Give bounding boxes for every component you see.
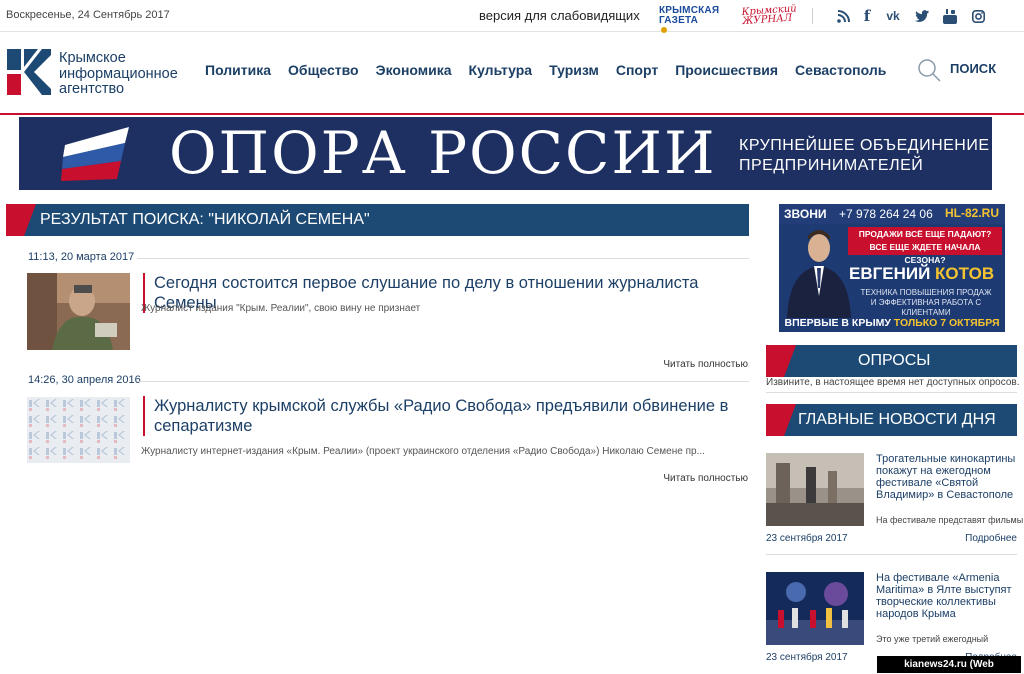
twitter-icon[interactable]	[913, 7, 931, 25]
nav-item-obshchestvo[interactable]: Общество	[288, 62, 359, 78]
krymsky-zhurnal-logo[interactable]: Крымский ЖУРНАЛ	[741, 3, 802, 28]
read-more-link[interactable]: Читать полностью	[663, 473, 748, 484]
search-icon[interactable]	[917, 58, 941, 82]
divider	[766, 392, 1017, 393]
instagram-icon[interactable]	[969, 7, 987, 25]
divider	[766, 554, 1017, 555]
ad-first-name: ЕВГЕНИЙ	[849, 264, 931, 283]
brand-name[interactable]: Крымское информационное агентство	[59, 50, 189, 98]
nav-item-sevastopol[interactable]: Севастополь	[795, 62, 886, 78]
brand-line: Крымское	[59, 50, 126, 66]
news-title-link[interactable]: На фестивале «Armenia Maritima» в Ялте в…	[876, 572, 1016, 620]
result-timestamp: 14:26, 30 апреля 2016	[28, 374, 141, 386]
kia-logo-icon[interactable]	[7, 49, 51, 95]
partner-logo-line: ЖУРНАЛ	[742, 12, 793, 28]
news-excerpt: Это уже третий ежегодный	[876, 634, 989, 644]
banner-title: ОПОРА РОССИИ	[169, 119, 717, 187]
news-date: 23 сентября 2017	[766, 652, 848, 663]
ad-site: HL-82.RU	[945, 206, 1000, 220]
search-button[interactable]: ПОИСК	[950, 61, 996, 76]
news-thumbnail[interactable]	[766, 453, 864, 526]
ad-question-box: ПРОДАЖИ ВСЁ ЕЩЕ ПАДАЮТ? ВСЕ ЕЩЕ ЖДЕТЕ НА…	[848, 227, 1002, 265]
rss-icon[interactable]	[834, 7, 852, 25]
ad-last-name: КОТОВ	[935, 264, 995, 283]
polls-header: ОПРОСЫ	[766, 345, 1017, 377]
banner-subtitle: КРУПНЕЙШЕЕ ОБЪЕДИНЕНИЕ ПРЕДПРИНИМАТЕЛЕЙ	[739, 136, 990, 176]
ad-bottom-text: ВПЕРВЫЕ В КРЫМУ	[784, 317, 891, 329]
krymskaya-gazeta-logo[interactable]: КРЫМСКАЯ ГАЗЕТА	[659, 6, 721, 36]
result-timestamp: 11:13, 20 марта 2017	[28, 251, 135, 263]
facebook-icon[interactable]: f	[858, 7, 876, 25]
screenshot-watermark: kianews24.ru (Web Screenshot)	[877, 656, 1021, 673]
ad-tech: ТЕХНИКА ПОВЫШЕНИЯ ПРОДАЖ И ЭФФЕКТИВНАЯ Р…	[849, 288, 1003, 318]
nav-item-ekonomika[interactable]: Экономика	[376, 62, 452, 78]
polls-empty-note: Извините, в настоящее время нет доступны…	[766, 377, 1020, 388]
ad-question-line: ПРОДАЖИ ВСЁ ЕЩЕ ПАДАЮТ?	[858, 229, 992, 239]
ad-call-label: ЗВОНИ	[784, 207, 827, 221]
brand-line: агентство	[59, 81, 125, 97]
header-accent	[766, 345, 796, 377]
divider	[137, 258, 749, 259]
header-accent	[766, 404, 796, 436]
sales-training-ad[interactable]: ЗВОНИ +7 978 264 24 06 HL-82.RU ПРОДАЖИ …	[779, 204, 1005, 332]
brand-line: информационное	[59, 65, 178, 82]
header-accent	[6, 204, 36, 236]
result-thumbnail[interactable]	[27, 273, 130, 350]
banner-subtitle-line: КРУПНЕЙШЕЕ ОБЪЕДИНЕНИЕ	[739, 137, 990, 154]
news-date: 23 сентября 2017	[766, 533, 848, 544]
nav-item-turizm[interactable]: Туризм	[549, 62, 599, 78]
site-header: Крымское информационное агентство Полити…	[0, 33, 1024, 115]
ad-date-highlight: ТОЛЬКО 7 ОКТЯБРЯ	[893, 317, 1000, 329]
result-excerpt: Журналисту интернет-издания «Крым. Реали…	[141, 446, 705, 457]
partner-logo-line: ГАЗЕТА	[659, 15, 699, 26]
youtube-icon[interactable]	[941, 7, 959, 25]
accessible-version-link[interactable]: версия для слабовидящих	[479, 8, 640, 23]
ad-bottom-line: ВПЕРВЫЕ В КРЫМУ ТОЛЬКО 7 ОКТЯБРЯ	[779, 317, 1005, 329]
search-results-header: РЕЗУЛЬТАТ ПОИСКА: "НИКОЛАЙ СЕМЕНА"	[6, 204, 749, 236]
nav-item-politika[interactable]: Политика	[205, 62, 271, 78]
polls-title: ОПРОСЫ	[858, 352, 931, 369]
top-news-header: ГЛАВНЫЕ НОВОСТИ ДНЯ	[766, 404, 1017, 436]
divider	[137, 381, 749, 382]
ad-tech-line: ТЕХНИКА ПОВЫШЕНИЯ ПРОДАЖ	[860, 288, 992, 297]
divider	[812, 8, 813, 24]
banner-subtitle-line: ПРЕДПРИНИМАТЕЛЕЙ	[739, 157, 924, 174]
news-title-link[interactable]: Трогательные кинокартины покажут на ежег…	[876, 453, 1016, 501]
ad-tech-line: И ЭФФЕКТИВНАЯ РАБОТА С КЛИЕНТАМИ	[870, 298, 982, 317]
ad-person-photo	[787, 230, 851, 318]
top-news-title: ГЛАВНЫЕ НОВОСТИ ДНЯ	[798, 411, 996, 428]
result-thumbnail[interactable]	[27, 397, 130, 463]
top-bar: Воскресенье, 24 Сентябрь 2017 версия для…	[0, 0, 1024, 34]
news-more-link[interactable]: Подробнее	[965, 533, 1017, 544]
result-title-link[interactable]: Журналисту крымской службы «Радио Свобод…	[143, 396, 749, 436]
nav-item-kultura[interactable]: Культура	[469, 62, 533, 78]
ad-phone: +7 978 264 24 06	[839, 207, 933, 221]
opora-rossii-banner[interactable]: ОПОРА РОССИИ КРУПНЕЙШЕЕ ОБЪЕДИНЕНИЕ ПРЕД…	[19, 117, 992, 190]
news-thumbnail[interactable]	[766, 572, 864, 645]
read-more-link[interactable]: Читать полностью	[663, 359, 748, 370]
current-date: Воскресенье, 24 Сентябрь 2017	[6, 9, 170, 21]
main-nav: Политика Общество Экономика Культура Тур…	[205, 62, 903, 78]
russian-flag-icon	[61, 127, 129, 181]
result-excerpt: Журналист издания "Крым. Реалии", свою в…	[141, 303, 421, 314]
nav-item-sport[interactable]: Спорт	[616, 62, 658, 78]
ad-person-name: ЕВГЕНИЙ КОТОВ	[849, 264, 994, 284]
news-excerpt: На фестивале представят фильмы	[876, 515, 1024, 525]
nav-item-proisshestviya[interactable]: Происшествия	[675, 62, 778, 78]
search-results-title: РЕЗУЛЬТАТ ПОИСКА: "НИКОЛАЙ СЕМЕНА"	[40, 211, 370, 228]
vk-icon[interactable]: vk	[884, 7, 902, 25]
